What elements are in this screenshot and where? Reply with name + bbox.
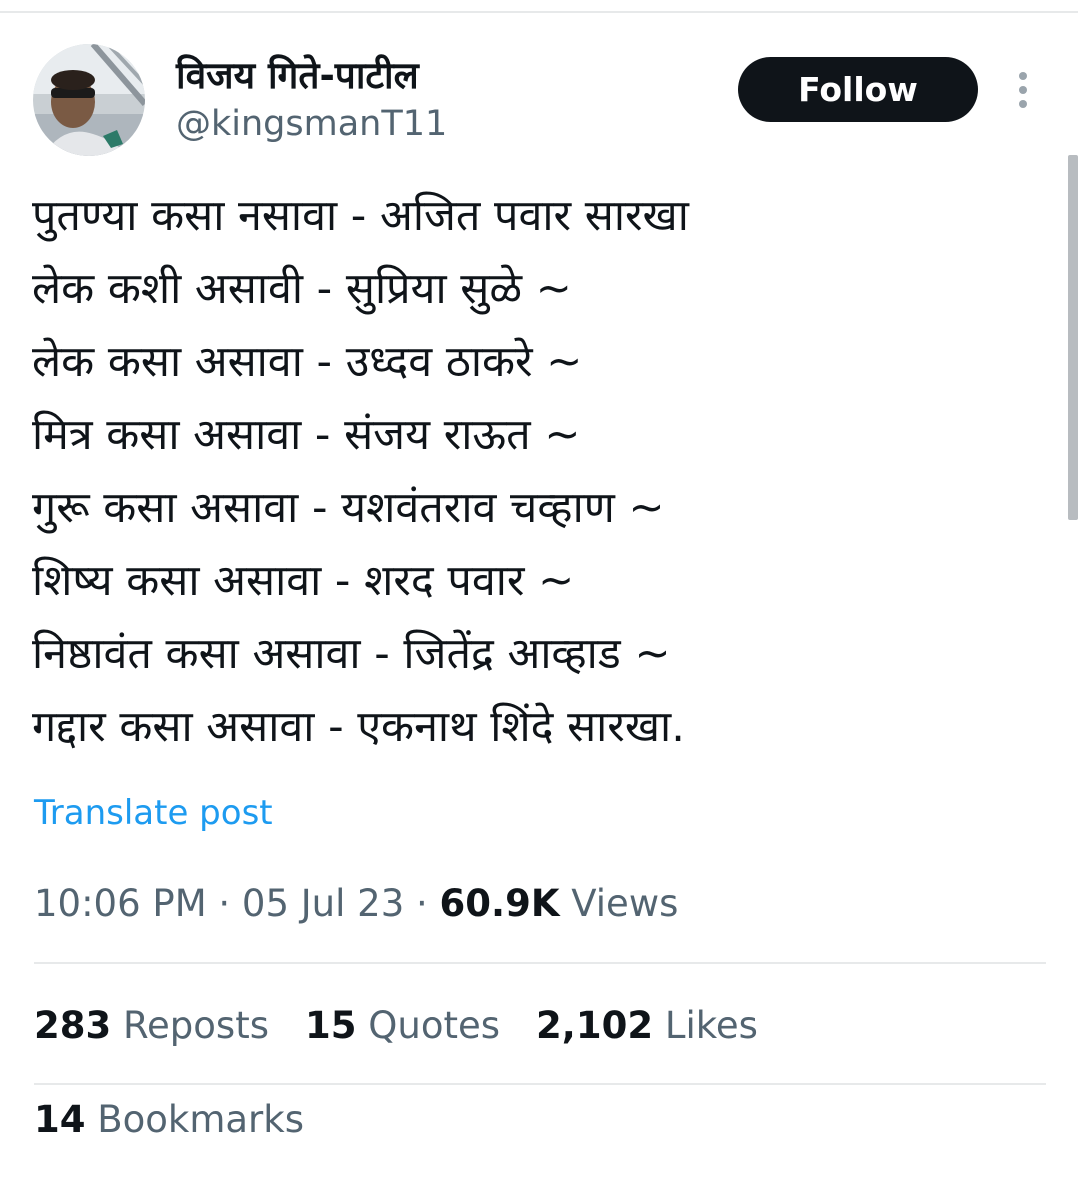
bookmarks-count: 14 [34, 1098, 86, 1141]
bookmarks-stat[interactable]: 14 Bookmarks [34, 1098, 304, 1141]
top-divider [0, 11, 1078, 13]
more-vertical-icon[interactable] [1008, 70, 1038, 110]
scrollbar[interactable] [1068, 155, 1078, 520]
tweet-line: गद्दार कसा असावा - एकनाथ शिंदे सारखा. [32, 702, 685, 752]
bookmarks-label: Bookmarks [85, 1098, 304, 1141]
meta-separator: · [206, 882, 242, 925]
views-count: 60.9K [439, 882, 560, 925]
tweet-metadata: 10:06 PM · 05 Jul 23 · 60.9K Views [34, 882, 678, 925]
tweet-line: लेक कसा असावा - उध्दव ठाकरे ~ [32, 337, 583, 387]
tweet-line: पुतण्या कसा नसावा - अजित पवार सारखा [32, 191, 689, 241]
reposts-stat[interactable]: 283 Reposts [34, 1004, 269, 1047]
tweet-line: मित्र कसा असावा - संजय राऊत ~ [32, 410, 581, 460]
avatar[interactable] [33, 44, 145, 156]
divider [34, 1083, 1046, 1085]
tweet-text: पुतण्या कसा नसावा - अजित पवार सारखा लेक … [32, 180, 1032, 764]
quotes-stat[interactable]: 15 Quotes [305, 1004, 500, 1047]
likes-stat[interactable]: 2,102 Likes [536, 1004, 758, 1047]
divider [34, 962, 1046, 964]
translate-post-link[interactable]: Translate post [34, 793, 273, 833]
likes-count: 2,102 [536, 1004, 654, 1047]
reposts-label: Reposts [111, 1004, 269, 1047]
avatar-photo-icon [33, 44, 145, 156]
reposts-count: 283 [34, 1004, 112, 1047]
likes-label: Likes [653, 1004, 758, 1047]
tweet-date[interactable]: 05 Jul 23 [242, 882, 404, 925]
engagement-stats: 283 Reposts 15 Quotes 2,102 Likes [34, 1004, 794, 1047]
tweet-line: निष्ठावंत कसा असावा - जितेंद्र आव्हाड ~ [32, 629, 671, 679]
meta-separator: · [404, 882, 440, 925]
tweet-time[interactable]: 10:06 PM [34, 882, 207, 925]
author-display-name[interactable]: विजय गिते-पाटील [176, 48, 419, 99]
tweet-line: लेक कशी असावी - सुप्रिया सुळे ~ [32, 264, 572, 314]
tweet-line: गुरू कसा असावा - यशवंतराव चव्हाण ~ [32, 483, 665, 533]
tweet-line: शिष्य कसा असावा - शरद पवार ~ [32, 556, 575, 606]
author-handle[interactable]: @kingsmanT11 [176, 104, 447, 144]
follow-button[interactable]: Follow [738, 57, 978, 122]
quotes-count: 15 [305, 1004, 357, 1047]
views-label: Views [559, 882, 679, 925]
quotes-label: Quotes [356, 1004, 501, 1047]
tweet-detail-page: विजय गिते-पाटील @kingsmanT11 Follow पुतण… [0, 0, 1078, 1200]
